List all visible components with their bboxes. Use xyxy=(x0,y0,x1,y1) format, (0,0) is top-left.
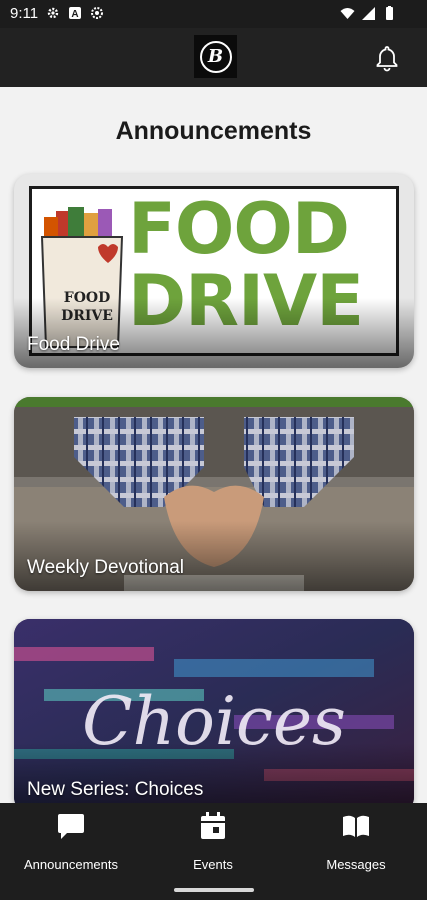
bottom-navigation: Announcements Events Messages xyxy=(0,803,427,900)
logo-icon: B xyxy=(194,35,237,78)
nav-events[interactable]: Events xyxy=(142,811,284,872)
wifi-icon xyxy=(340,8,355,19)
gear-icon xyxy=(91,7,103,19)
chat-bubble-icon xyxy=(58,814,84,839)
card-title: Food Drive xyxy=(27,334,120,355)
nav-announcements[interactable]: Announcements xyxy=(0,811,142,872)
a-icon: A xyxy=(69,7,81,20)
card-title: Weekly Devotional xyxy=(27,557,185,578)
nav-label: Events xyxy=(193,857,233,872)
bell-icon[interactable] xyxy=(373,44,401,72)
book-icon xyxy=(343,815,369,837)
announcement-card-new-series-choices[interactable]: Choices New Series: Choices xyxy=(14,619,414,803)
status-time: 9:11 xyxy=(10,5,39,22)
battery-icon xyxy=(386,6,393,20)
announcements-list: Announcements FOOD DRIVE FOOD DRIVE Food… xyxy=(0,87,427,803)
food-word: FOOD xyxy=(128,188,350,270)
status-right-icons xyxy=(340,6,397,21)
svg-text:A: A xyxy=(71,9,78,20)
status-left-icons: A xyxy=(46,6,104,20)
nav-messages[interactable]: Messages xyxy=(285,811,427,872)
nav-label: Announcements xyxy=(24,857,118,872)
announcement-card-food-drive[interactable]: FOOD DRIVE FOOD DRIVE Food Drive xyxy=(14,174,414,368)
logo-letter: B xyxy=(199,40,232,73)
card-title: New Series: Choices xyxy=(27,779,204,800)
page-title: Announcements xyxy=(115,117,312,145)
status-bar: 9:11 A xyxy=(0,0,427,28)
announcement-card-weekly-devotional[interactable]: Weekly Devotional xyxy=(14,397,414,591)
settings-icon xyxy=(47,7,59,19)
calendar-icon xyxy=(201,812,225,839)
signal-icon xyxy=(362,7,375,20)
app-header: B xyxy=(0,28,427,87)
home-indicator[interactable] xyxy=(174,888,254,892)
nav-label: Messages xyxy=(326,857,386,872)
